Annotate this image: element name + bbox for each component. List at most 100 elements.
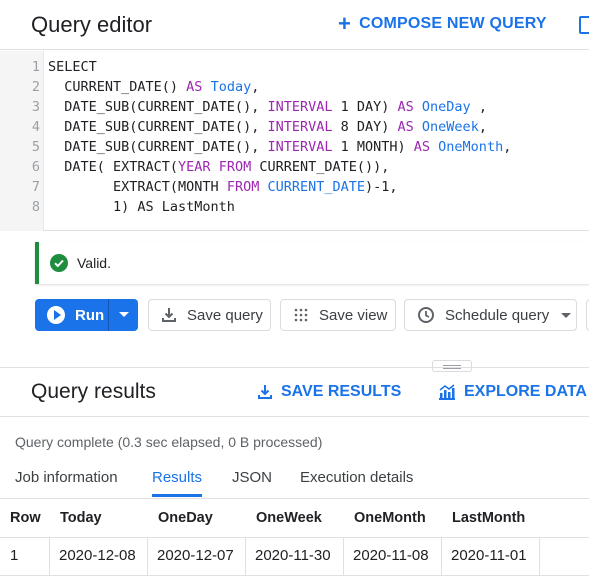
run-dropdown-icon[interactable] [119, 312, 129, 317]
column-header: Today [60, 510, 102, 526]
column-header: OneWeek [256, 510, 322, 526]
code-token: 1 DAY) [332, 99, 398, 115]
schedule-query-button[interactable]: Schedule query [404, 299, 577, 331]
code-token: FROM [218, 159, 252, 175]
table-cell: 2020-11-30 [255, 547, 331, 564]
play-icon [47, 306, 65, 324]
compose-new-query-button[interactable]: + COMPOSE NEW QUERY [338, 11, 547, 36]
code-text: DATE( EXTRACT(YEAR FROM CURRENT_DATE()), [48, 157, 389, 177]
query-status-text: Query complete (0.3 sec elapsed, 0 B pro… [15, 434, 323, 450]
code-token: 8 DAY) [332, 119, 398, 135]
resize-grip-line [443, 365, 461, 366]
line-number: 1 [31, 59, 40, 75]
cell-divider [441, 538, 442, 576]
explore-data-button[interactable]: EXPLORE DATA [438, 383, 587, 401]
open-in-new-icon[interactable] [579, 16, 589, 34]
cell-divider [49, 538, 50, 576]
code-token: , [503, 139, 512, 155]
code-token: INTERVAL [267, 99, 333, 115]
results-table-header: Row Today OneDay OneWeek OneMonth LastMo… [0, 498, 589, 538]
compose-new-query-label: COMPOSE NEW QUERY [359, 15, 547, 32]
code-text: DATE_SUB(CURRENT_DATE(), INTERVAL 1 MONT… [48, 137, 511, 157]
code-token: , [470, 99, 487, 115]
code-token: 1 MONTH) [332, 139, 414, 155]
tab-results[interactable]: Results [152, 469, 202, 486]
table-row: 1 2020-12-08 2020-12-07 2020-11-30 2020-… [0, 538, 589, 576]
code-token: Today [210, 79, 252, 95]
line-number: 5 [31, 139, 40, 155]
code-token: INTERVAL [267, 139, 333, 155]
code-token: FROM [226, 179, 260, 195]
table-cell: 1 [10, 547, 19, 564]
editor-header: Query editor + COMPOSE NEW QUERY [0, 0, 589, 50]
table-cell: 2020-12-08 [59, 547, 136, 564]
code-token: CURRENT_DATE()), [251, 159, 390, 175]
cell-divider [539, 538, 540, 576]
query-toolbar: Run Save query Save view Schedule query [35, 299, 589, 331]
sql-editor[interactable]: 1 SELECT 2 CURRENT_DATE() AS Today, 3 DATE_… [0, 51, 589, 231]
cell-divider [147, 538, 148, 576]
tab-execution-details[interactable]: Execution details [300, 469, 413, 486]
run-button[interactable]: Run [35, 299, 138, 331]
schedule-query-label: Schedule query [445, 306, 550, 324]
line-number: 3 [31, 99, 40, 115]
code-token: OneMonth [438, 139, 504, 155]
save-download-icon [257, 384, 273, 400]
column-header: LastMonth [452, 510, 526, 526]
code-token: , [251, 79, 260, 95]
code-token: , [478, 119, 487, 135]
check-circle-icon [50, 254, 68, 272]
validation-message: Valid. [77, 255, 111, 271]
download-icon [161, 307, 177, 323]
grid-dots-icon [293, 307, 309, 323]
code-token: AS [397, 99, 414, 115]
run-label: Run [75, 306, 105, 324]
save-view-button[interactable]: Save view [280, 299, 396, 331]
code-text: CURRENT_DATE() AS Today, [48, 77, 259, 97]
line-number: 4 [31, 119, 40, 135]
code-token: DATE( EXTRACT( [48, 159, 179, 175]
code-token: OneWeek [421, 119, 479, 135]
run-divider [108, 299, 109, 331]
code-token: DATE_SUB(CURRENT_DATE(), [48, 99, 268, 115]
code-text: DATE_SUB(CURRENT_DATE(), INTERVAL 1 DAY)… [48, 97, 487, 117]
table-cell: 2020-12-07 [157, 547, 234, 564]
line-number: 8 [31, 199, 40, 215]
editor-title: Query editor [31, 12, 153, 37]
code-token: EXTRACT(MONTH [48, 179, 227, 195]
code-token: DATE_SUB(CURRENT_DATE(), [48, 139, 268, 155]
validation-banner: Valid. [35, 242, 589, 284]
results-tabs: Job information Results JSON Execution d… [0, 462, 589, 498]
code-token: AS [397, 119, 414, 135]
save-results-button[interactable]: SAVE RESULTS [257, 383, 401, 401]
chart-icon [438, 384, 456, 400]
save-results-label: SAVE RESULTS [281, 383, 402, 400]
save-query-label: Save query [187, 306, 263, 324]
code-token: INTERVAL [267, 119, 333, 135]
tab-job-information[interactable]: Job information [15, 469, 118, 486]
results-title: Query results [31, 380, 156, 403]
cell-divider [343, 538, 344, 576]
column-header: OneDay [158, 510, 213, 526]
line-number: 7 [31, 179, 40, 195]
code-token: AS [413, 139, 431, 155]
code-token: DATE_SUB(CURRENT_DATE(), [48, 119, 268, 135]
code-token: CURRENT_DATE() [48, 79, 187, 95]
code-token: CURRENT_DATE [267, 179, 366, 195]
code-token: YEAR [178, 159, 211, 175]
table-cell: 2020-11-01 [451, 547, 527, 564]
plus-icon: + [338, 11, 352, 36]
code-token: OneDay [421, 99, 471, 115]
code-token: SELECT [48, 59, 97, 75]
tab-json[interactable]: JSON [232, 469, 272, 486]
code-token: 1) AS LastMonth [48, 199, 235, 215]
active-tab-indicator [152, 494, 202, 497]
code-text: EXTRACT(MONTH FROM CURRENT_DATE)-1, [48, 177, 398, 197]
column-header: Row [10, 510, 41, 526]
explore-data-label: EXPLORE DATA [464, 383, 587, 400]
line-number: 2 [31, 79, 40, 95]
save-query-button[interactable]: Save query [148, 299, 271, 331]
